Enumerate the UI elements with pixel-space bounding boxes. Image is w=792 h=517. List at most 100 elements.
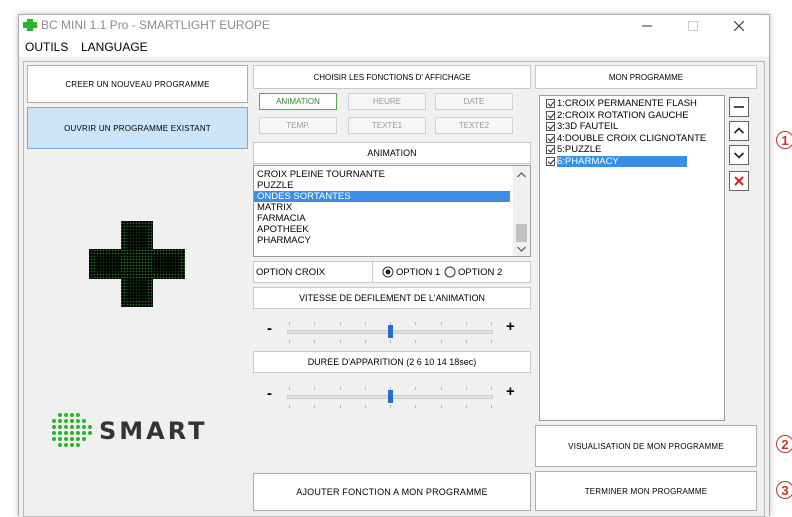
delete-x-icon [734, 176, 744, 186]
menu-language[interactable]: LANGUAGE [81, 40, 148, 54]
speed-plus[interactable]: + [506, 318, 515, 335]
list-item[interactable]: PUZZLE [254, 180, 510, 191]
duration-plus[interactable]: + [506, 383, 515, 400]
checkbox-checked-icon[interactable] [546, 145, 555, 155]
slider-tick [491, 405, 492, 408]
list-item[interactable]: CROIX PLEINE TOURNANTE [254, 169, 510, 180]
slider-tick [289, 340, 290, 343]
slider-tick [339, 387, 341, 390]
checkbox-checked-icon[interactable] [546, 156, 555, 166]
open-program-button[interactable]: OUVRIR UN PROGRAMME EXISTANT [27, 107, 248, 149]
slider-tick [314, 405, 316, 408]
slider-tick [440, 340, 442, 343]
program-item[interactable]: 4:DOUBLE CROIX CLIGNOTANTE [540, 132, 724, 145]
cross-preview [89, 221, 185, 307]
duration-slider-thumb[interactable] [388, 390, 393, 403]
option-1-label: OPTION 1 [396, 266, 441, 278]
maximize-icon [688, 21, 698, 31]
program-item-selected[interactable]: 6:PHARMACY [540, 155, 724, 167]
slider-tick [289, 387, 290, 390]
slider-tick [289, 322, 290, 325]
slider-tick [339, 405, 341, 408]
scroll-down-icon[interactable] [517, 246, 526, 252]
slider-tick [390, 405, 391, 408]
collapse-button[interactable] [729, 97, 749, 117]
logo-dots-icon [52, 413, 92, 447]
program-item[interactable]: 3:3D FAUTEIL [540, 121, 724, 133]
slider-tick [491, 322, 492, 325]
callout-3: 3 [776, 481, 792, 499]
choose-functions-header: CHOISIR LES FONCTIONS D' AFFICHAGE [253, 65, 531, 89]
checkbox-checked-icon[interactable] [546, 110, 555, 120]
slider-tick [465, 340, 467, 343]
option-1-radio[interactable]: OPTION 1 [382, 266, 440, 278]
smart-logo: SMART [51, 411, 231, 451]
slider-tick [364, 322, 366, 325]
menu-outils[interactable]: OUTILS [25, 40, 68, 54]
close-button[interactable] [717, 15, 761, 37]
slider-tick [415, 340, 417, 343]
tag-animation[interactable]: ANIMATION [259, 93, 337, 110]
program-item[interactable]: 1:CROIX PERMANENTE FLASH [540, 98, 724, 110]
slider-tick [440, 405, 442, 408]
program-item-label: 3:3D FAUTEIL [557, 121, 619, 132]
option-croix-row: OPTION CROIX OPTION 1 OPTION 2 [253, 261, 531, 283]
visualize-program-button[interactable]: VISUALISATION DE MON PROGRAMME [535, 425, 757, 467]
option-2-radio[interactable]: OPTION 2 [444, 266, 502, 278]
scroll-thumb[interactable] [516, 224, 527, 242]
list-item[interactable]: FARMACIA [254, 213, 510, 224]
speed-slider-thumb[interactable] [388, 325, 393, 338]
program-item-label: 4:DOUBLE CROIX CLIGNOTANTE [557, 132, 707, 144]
scroll-up-icon[interactable] [517, 172, 526, 178]
title-bar: BC MINI 1.1 Pro - SMARTLIGHT EUROPE [19, 15, 769, 37]
animation-header: ANIMATION [253, 142, 531, 164]
slider-tick [491, 340, 492, 343]
menu-bar: OUTILS LANGUAGE [19, 37, 769, 57]
program-item-label: 5:PUZZLE [557, 144, 602, 155]
duration-minus[interactable]: - [267, 385, 272, 402]
tag-date[interactable]: DATE [435, 93, 513, 110]
slider-tick [491, 387, 492, 390]
slider-tick [339, 340, 341, 343]
minimize-icon [642, 25, 652, 27]
delete-button[interactable] [729, 171, 749, 191]
list-item[interactable]: APOTHEEK [254, 224, 510, 235]
slider-tick [465, 405, 467, 408]
slider-tick [415, 387, 417, 390]
finish-program-button[interactable]: TERMINER MON PROGRAMME [535, 471, 757, 511]
create-program-button[interactable]: CREER UN NOUVEAU PROGRAMME [27, 65, 248, 103]
slider-tick [314, 387, 316, 390]
checkbox-checked-icon[interactable] [546, 122, 555, 132]
checkbox-checked-icon[interactable] [546, 133, 555, 143]
option-2-label: OPTION 2 [458, 266, 503, 278]
my-program-header: MON PROGRAMME [535, 65, 757, 89]
slider-tick [339, 322, 341, 325]
maximize-button[interactable] [671, 15, 715, 37]
tag-heure[interactable]: HEURE [348, 93, 426, 110]
slider-tick [364, 405, 366, 408]
tag-texte2[interactable]: TEXTE2 [435, 117, 513, 134]
list-item-selected[interactable]: ONDES SORTANTES [254, 191, 510, 202]
checkbox-checked-icon[interactable] [546, 99, 555, 109]
window-title: BC MINI 1.1 Pro - SMARTLIGHT EUROPE [41, 18, 270, 32]
program-list[interactable]: 1:CROIX PERMANENTE FLASH 2:CROIX ROTATIO… [539, 95, 725, 421]
move-up-button[interactable] [729, 121, 749, 141]
minimize-button[interactable] [625, 15, 669, 37]
tag-temp[interactable]: TEMP. [259, 117, 337, 134]
logo-text: SMART [99, 417, 208, 445]
slider-tick [415, 322, 417, 325]
slider-tick [390, 340, 391, 343]
add-function-button[interactable]: AJOUTER FONCTION A MON PROGRAMME [253, 473, 531, 511]
speed-minus[interactable]: - [267, 320, 272, 337]
list-item[interactable]: PHARMACY [254, 235, 510, 246]
list-scrollbar[interactable] [513, 166, 530, 256]
slider-tick [390, 322, 391, 325]
list-item[interactable]: MATRIX [254, 202, 510, 213]
animation-list[interactable]: CROIX PLEINE TOURNANTE PUZZLE ONDES SORT… [253, 165, 531, 257]
tag-texte1[interactable]: TEXTE1 [348, 117, 426, 134]
move-down-button[interactable] [729, 145, 749, 165]
program-item-label: 1:CROIX PERMANENTE FLASH [557, 98, 697, 109]
callout-1: 1 [776, 131, 792, 149]
program-item[interactable]: 2:CROIX ROTATION GAUCHE [540, 110, 724, 122]
program-item[interactable]: 5:PUZZLE [540, 144, 724, 156]
